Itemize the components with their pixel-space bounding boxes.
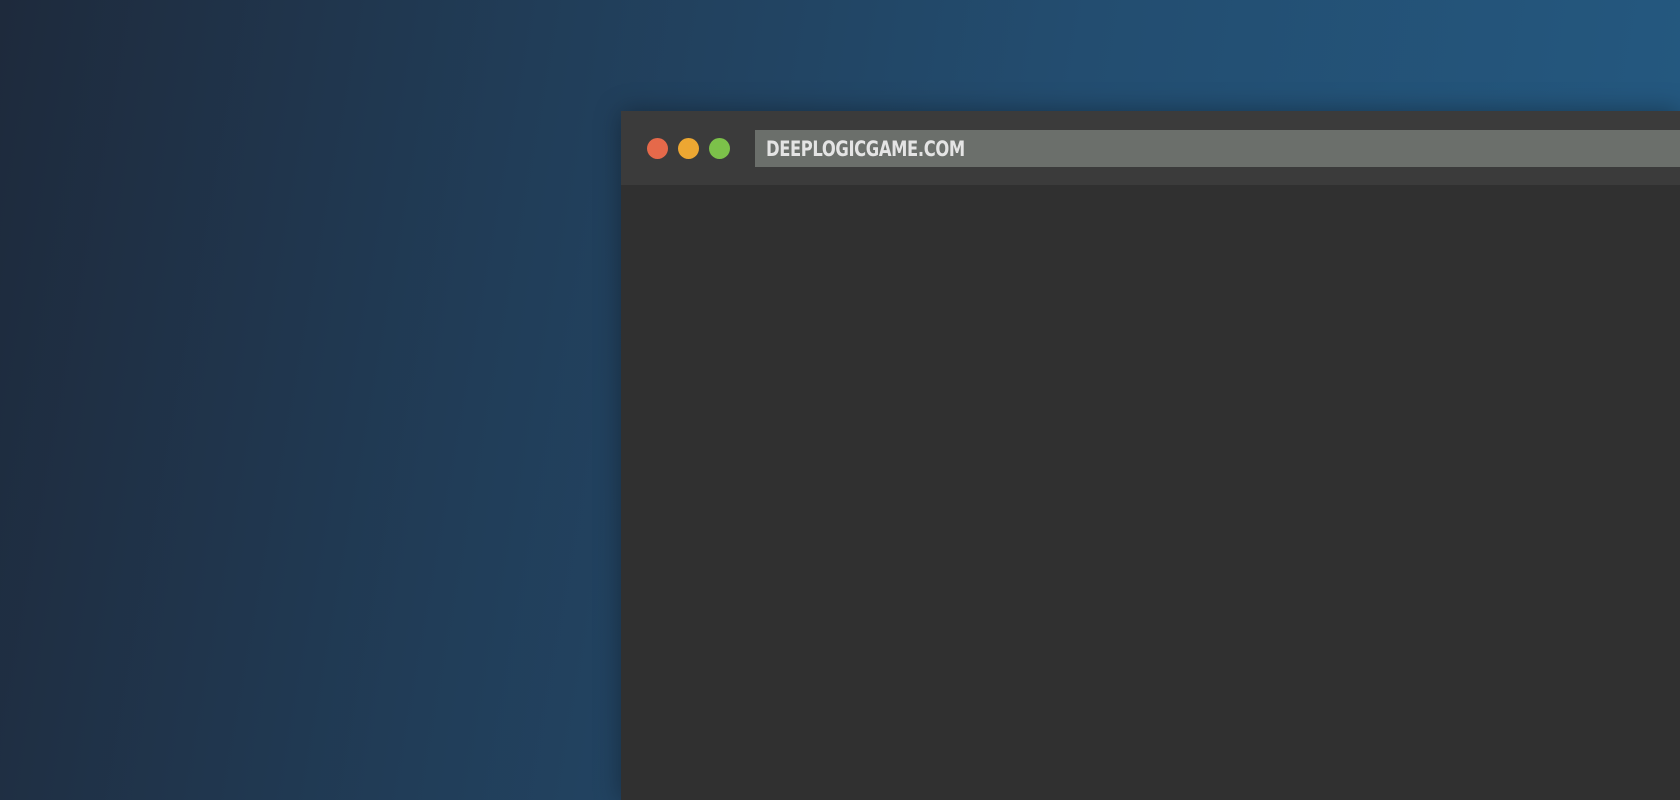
address-url-text: DEEPLOGICGAME.COM	[766, 136, 965, 161]
close-window-button[interactable]	[647, 138, 668, 159]
address-bar[interactable]: DEEPLOGICGAME.COM	[755, 130, 1680, 167]
maximize-window-button[interactable]	[709, 138, 730, 159]
page-viewport[interactable]	[621, 185, 1680, 800]
minimize-window-button[interactable]	[678, 138, 699, 159]
browser-window: DEEPLOGICGAME.COM	[621, 111, 1680, 800]
browser-titlebar: DEEPLOGICGAME.COM	[621, 111, 1680, 185]
